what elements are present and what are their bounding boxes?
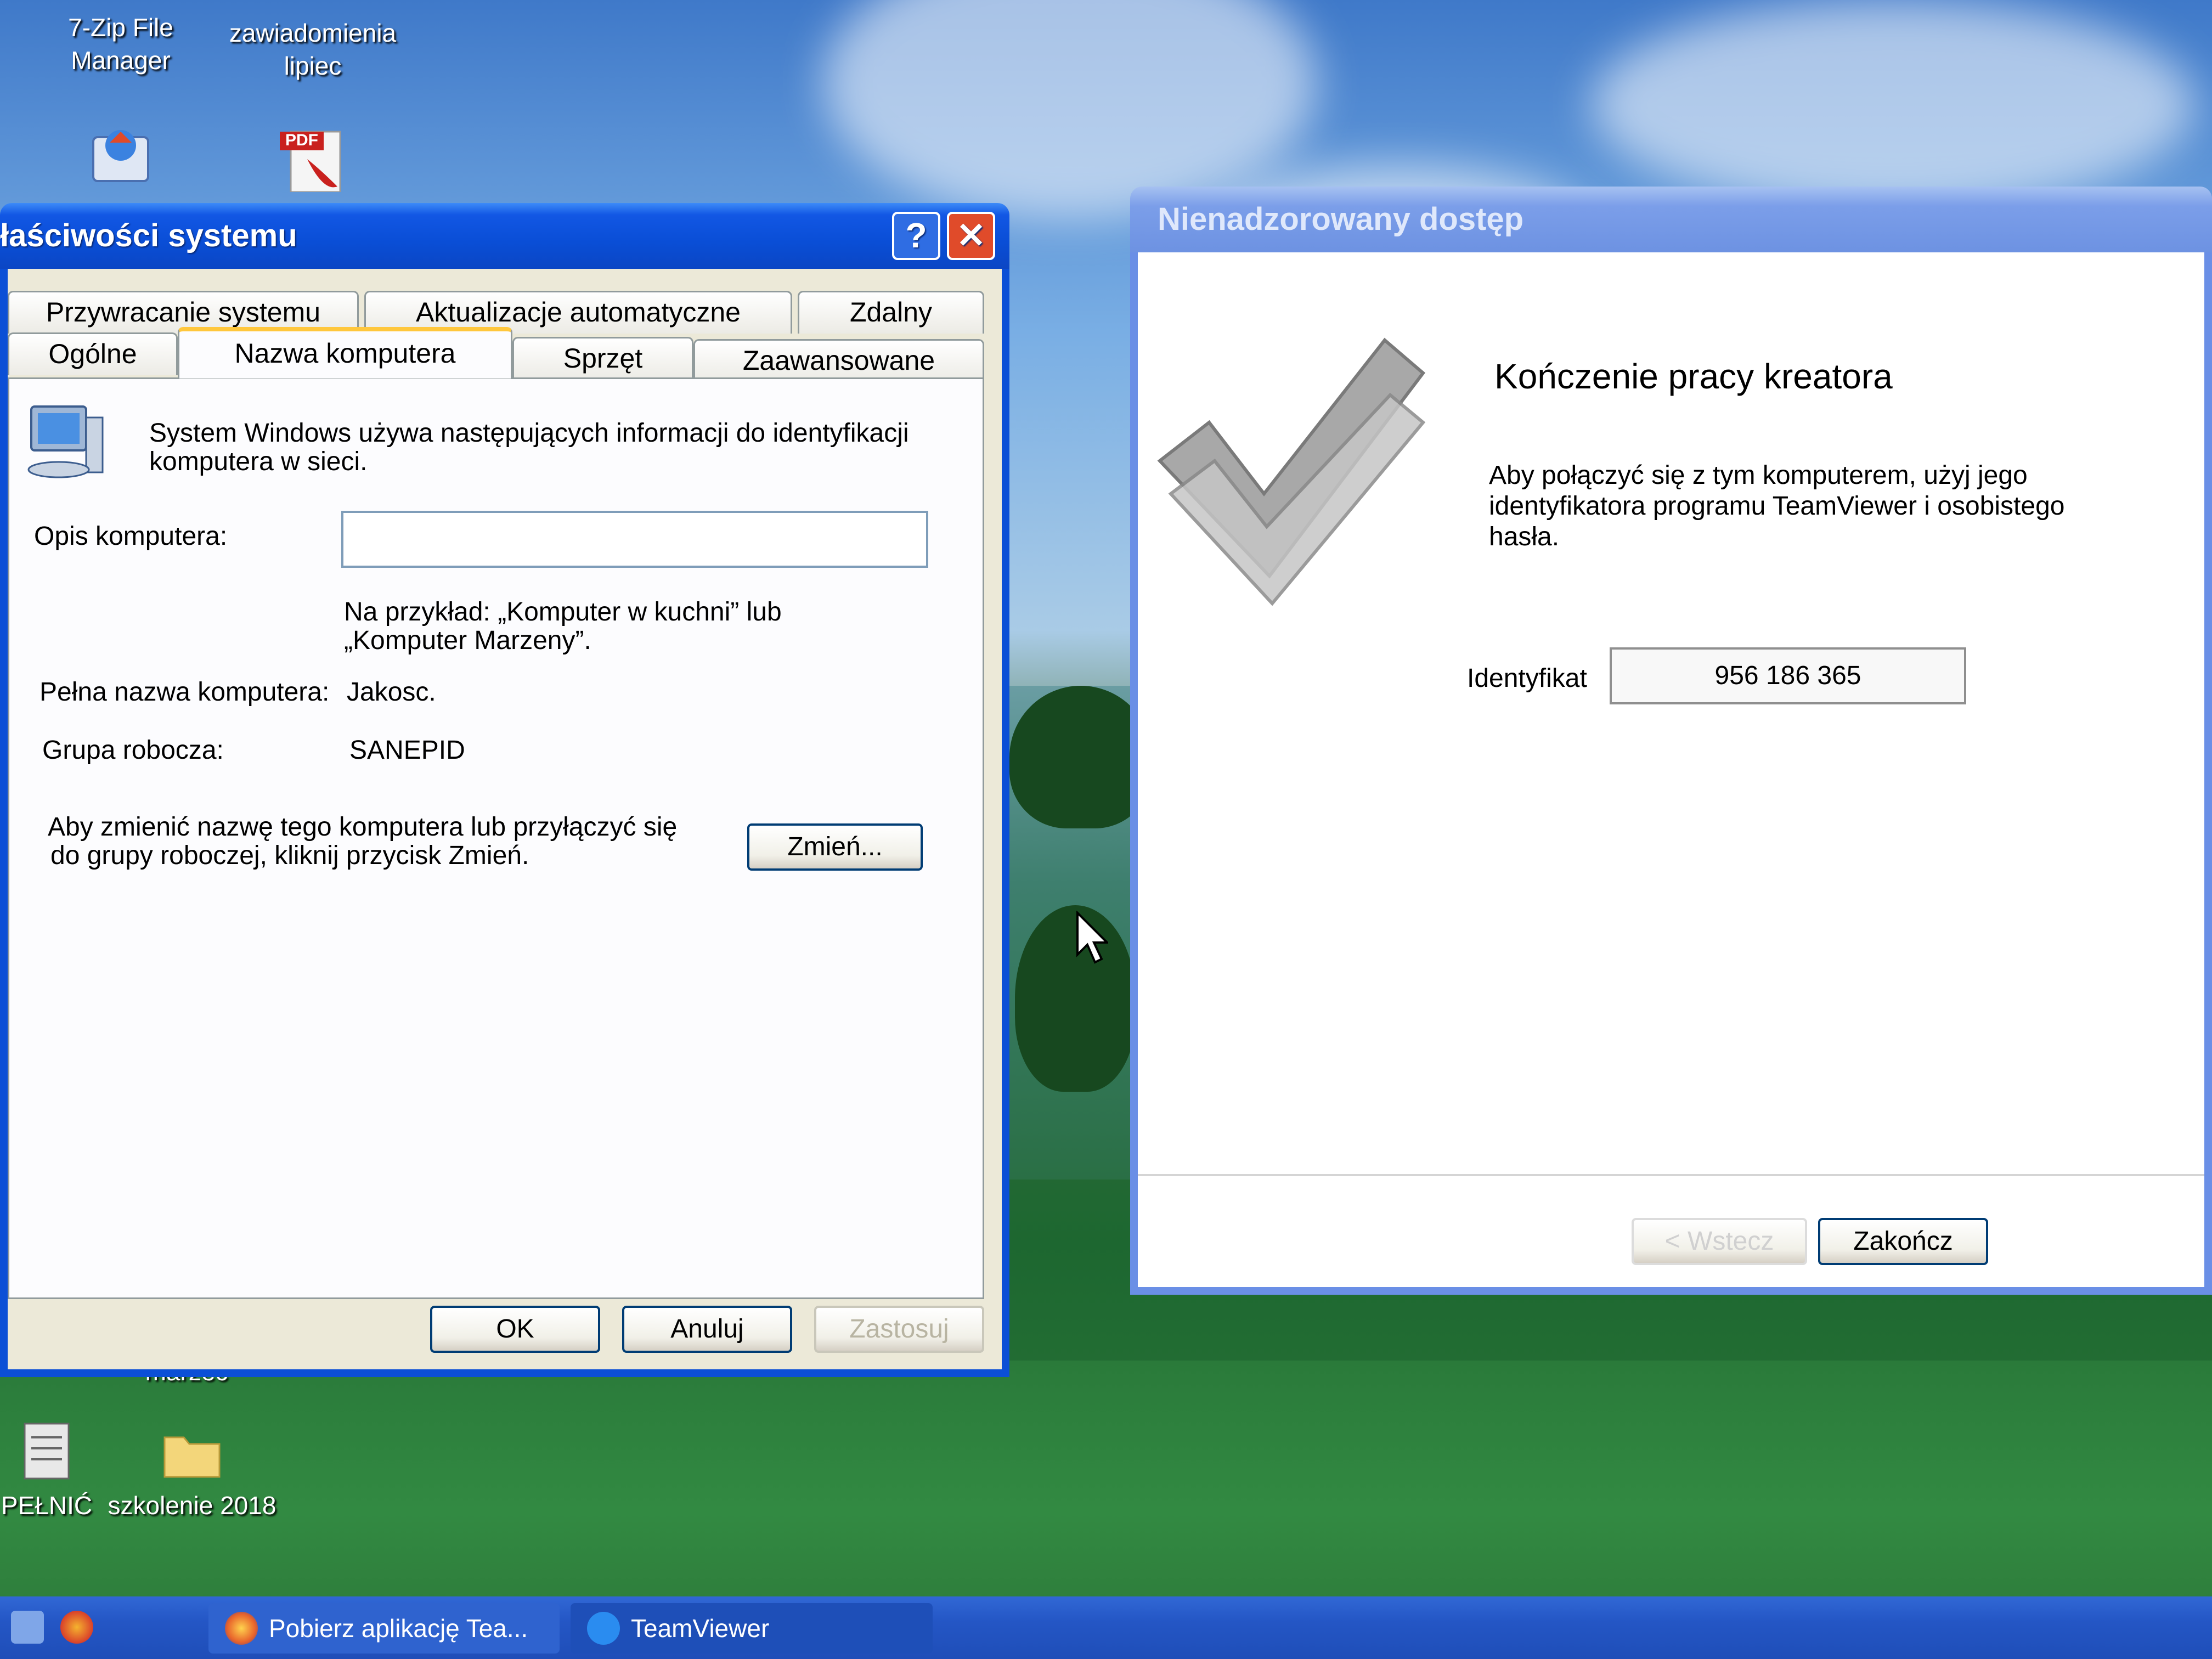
taskbar-item-firefox[interactable]: Pobierz aplikację Tea... <box>208 1603 560 1654</box>
desktop-icon-pdf[interactable]: PDF <box>269 126 357 200</box>
wizard-body-line3: hasła. <box>1489 522 1560 551</box>
tab-zdalny[interactable]: Zdalny <box>798 291 984 334</box>
desktop-icon-label: 7-Zip File <box>68 13 173 42</box>
change-text-line2: do grupy roboczej, kliknij przycisk Zmie… <box>50 841 529 870</box>
taskbar: Pobierz aplikację Tea... TeamViewer <box>0 1596 2212 1659</box>
tab-label: Nazwa komputera <box>234 338 456 369</box>
close-button[interactable]: ✕ <box>947 212 995 260</box>
id-value: 956 186 365 <box>1714 661 1861 690</box>
apply-button[interactable]: Zastosuj <box>814 1306 984 1353</box>
quick-launch-desktop-icon[interactable] <box>11 1611 44 1644</box>
grass-field-scenery <box>0 1361 2212 1613</box>
tab-label: Zdalny <box>849 297 933 328</box>
workgroup-label: Grupa robocza: <box>42 736 224 765</box>
sky-cloud <box>1591 0 2194 208</box>
example-text-line1: Na przykład: „Komputer w kuchni” lub <box>344 597 782 627</box>
folder-icon <box>163 1436 221 1478</box>
tab-label: Zaawansowane <box>742 345 935 376</box>
change-button[interactable]: Zmień... <box>747 823 923 871</box>
help-button[interactable]: ? <box>892 212 940 260</box>
desktop-icon-network[interactable] <box>82 121 159 194</box>
teamviewer-icon <box>587 1612 620 1645</box>
document-icon <box>24 1423 70 1480</box>
computer-description-input[interactable] <box>341 511 928 568</box>
ok-button-label: OK <box>496 1314 534 1344</box>
tab-sprzet[interactable]: Sprzęt <box>512 337 693 380</box>
wizard-body-line1: Aby połączyć się z tym komputerem, użyj … <box>1489 461 2028 490</box>
intro-text-line2: komputera w sieci. <box>149 447 368 476</box>
id-field[interactable]: 956 186 365 <box>1610 647 1966 704</box>
change-button-label: Zmień... <box>787 832 883 861</box>
desktop-icon-label: szkolenie 2018 <box>108 1491 276 1520</box>
computer-icon <box>27 405 104 478</box>
intro-text-line1: System Windows używa następujących infor… <box>149 419 909 448</box>
full-name-value: Jakosc. <box>347 678 436 707</box>
back-button-label: < Wstecz <box>1664 1227 1774 1256</box>
network-folder-icon <box>92 130 149 182</box>
close-icon: ✕ <box>956 216 986 255</box>
apply-button-label: Zastosuj <box>849 1314 949 1344</box>
wizard-divider <box>1138 1174 2204 1176</box>
wizard-heading: Kończenie pracy kreatora <box>1494 357 1893 396</box>
desktop-icon-zawiadomienia[interactable]: zawiadomienia lipiec <box>214 16 411 82</box>
cancel-button[interactable]: Anuluj <box>622 1306 792 1353</box>
mouse-cursor-icon <box>1076 911 1108 964</box>
tab-label: Przywracanie systemu <box>46 297 321 328</box>
finish-button[interactable]: Zakończ <box>1818 1218 1988 1265</box>
tab-ogolne[interactable]: Ogólne <box>8 332 178 375</box>
change-text-line1: Aby zmienić nazwę tego komputera lub prz… <box>48 812 678 842</box>
desktop-icon-label: zawiadomienia <box>229 19 397 47</box>
system-properties-titlebar[interactable]: łaściwości systemu ? ✕ <box>0 203 1009 269</box>
tab-label: Ogólne <box>48 338 137 369</box>
back-button[interactable]: < Wstecz <box>1632 1218 1807 1265</box>
tab-label: Aktualizacje automatyczne <box>416 297 741 328</box>
cancel-button-label: Anuluj <box>670 1314 744 1344</box>
tab-label: Sprzęt <box>563 343 643 374</box>
id-label: Identyfikat <box>1467 664 1587 693</box>
desktop-icon-label: PEŁNIĆ <box>1 1491 93 1520</box>
ok-button[interactable]: OK <box>430 1306 600 1353</box>
desktop-icon-pelnic[interactable]: PEŁNIĆ <box>0 1421 93 1522</box>
tab-zaawansowane[interactable]: Zaawansowane <box>693 339 984 382</box>
window-title: łaściwości systemu <box>0 218 297 253</box>
taskbar-item-label: Pobierz aplikację Tea... <box>269 1614 528 1643</box>
checkmark-icon <box>1157 337 1426 606</box>
tab-nazwa-komputera[interactable]: Nazwa komputera <box>178 327 512 379</box>
unattended-access-window[interactable]: Nienadzorowany dostęp Kończenie pracy kr… <box>1130 187 2212 1295</box>
firefox-icon <box>225 1612 258 1645</box>
unattended-access-titlebar[interactable]: Nienadzorowany dostęp <box>1130 187 2212 252</box>
desktop-icon-label: Manager <box>71 46 171 75</box>
example-text-line2: „Komputer Marzeny”. <box>344 626 591 655</box>
desktop-icon-label: lipiec <box>284 52 342 80</box>
workgroup-value: SANEPID <box>349 736 465 765</box>
finish-button-label: Zakończ <box>1853 1227 1953 1256</box>
taskbar-item-teamviewer[interactable]: TeamViewer <box>571 1603 933 1654</box>
desktop-icon-szkolenie[interactable]: szkolenie 2018 <box>104 1426 280 1522</box>
window-title: Nienadzorowany dostęp <box>1158 201 1524 237</box>
system-properties-window[interactable]: łaściwości systemu ? ✕ Przywracanie syst… <box>0 203 1009 1377</box>
pdf-badge-text: PDF <box>285 131 318 149</box>
help-icon: ? <box>905 216 927 255</box>
desktop-icon-7zip[interactable]: 7-Zip File Manager <box>49 11 192 77</box>
taskbar-item-label: TeamViewer <box>631 1614 770 1643</box>
quick-launch-browser-icon[interactable] <box>60 1611 93 1644</box>
full-name-label: Pełna nazwa komputera: <box>40 678 330 707</box>
description-label: Opis komputera: <box>34 522 228 551</box>
wizard-body-line2: identyfikatora programu TeamViewer i oso… <box>1489 492 2065 521</box>
tab-panel-nazwa-komputera: System Windows używa następujących infor… <box>8 377 984 1299</box>
